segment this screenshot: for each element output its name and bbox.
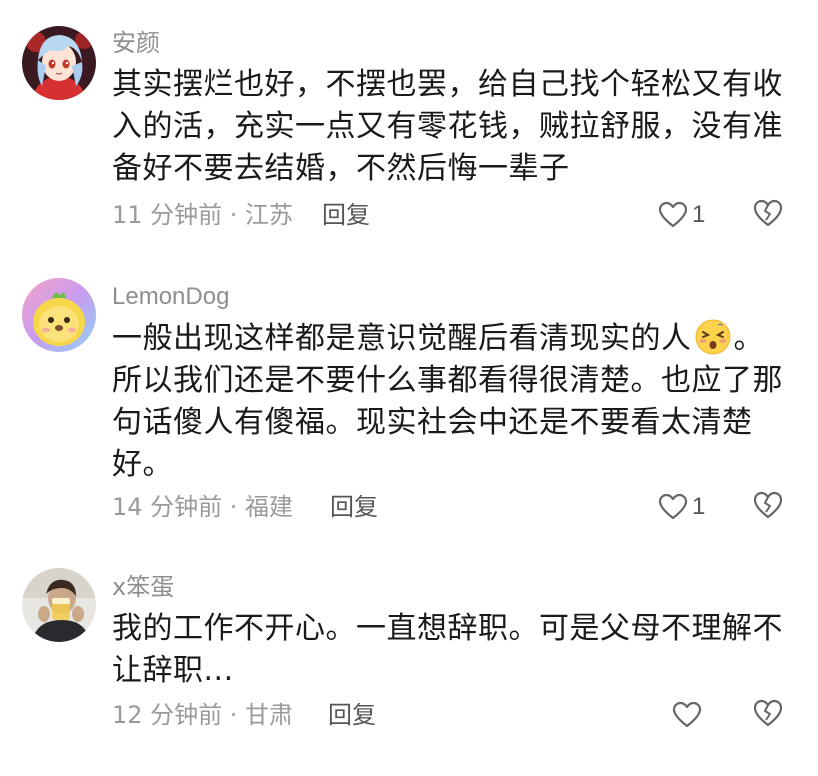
broken-heart-icon (753, 199, 783, 227)
timestamp-location: 12 分钟前 · 甘肃 (112, 701, 294, 729)
comment-text-line: 备好不要去结婚，不然后悔一辈子 (112, 151, 570, 186)
heart-outline-icon (672, 701, 702, 728)
comment-text-segment: 一般出现这样都是意识觉醒后看清现实的人 (112, 321, 692, 356)
like-button[interactable]: 1 (658, 490, 705, 524)
anime-girl-avatar-icon (22, 26, 96, 100)
like-count: 1 (692, 201, 706, 228)
reply-button[interactable]: 回复 (330, 492, 378, 522)
reply-button[interactable]: 回复 (322, 200, 370, 230)
avatar[interactable] (22, 26, 96, 100)
like-button[interactable]: 1 (658, 198, 705, 232)
yellow-dog-avatar-icon (22, 278, 96, 352)
comment-text: 其实摆烂也好，不摆也罢，给自己找个轻松又有收 入的活，充实一点又有零花钱，贼拉舒… (112, 64, 792, 190)
comment-text-line: 其实摆烂也好，不摆也罢，给自己找个轻松又有收 (112, 67, 783, 102)
username[interactable]: 安颜 (112, 28, 160, 58)
comment-item: LemonDog 一般出现这样都是意识觉醒后看清现实的人 。 所以我们还是不要什… (0, 260, 818, 540)
comment-item: x笨蛋 我的工作不开心。一直想辞职。可是父母不理解不 让辞职... 12 分钟前… (0, 550, 818, 776)
dislike-button[interactable] (752, 198, 786, 232)
like-button[interactable] (672, 698, 706, 732)
timestamp-location: 11 分钟前 · 江苏 (112, 201, 294, 229)
comment-text: 我的工作不开心。一直想辞职。可是父母不理解不 让辞职... (112, 608, 792, 692)
comment-text-line: 入的活，充实一点又有零花钱，贼拉舒服，没有准 (112, 109, 783, 144)
person-drinking-avatar-icon (22, 568, 96, 642)
reply-button[interactable]: 回复 (328, 700, 376, 730)
dislike-button[interactable] (752, 698, 786, 732)
comment-item: 安颜 其实摆烂也好，不摆也罢，给自己找个轻松又有收 入的活，充实一点又有零花钱，… (0, 0, 818, 250)
username[interactable]: LemonDog (112, 282, 229, 312)
comment-text-line: 一般出现这样都是意识觉醒后看清现实的人 。 (112, 318, 792, 360)
username[interactable]: x笨蛋 (112, 572, 174, 602)
broken-heart-icon (753, 491, 783, 519)
heart-outline-icon (658, 493, 688, 520)
avatar[interactable] (22, 278, 96, 352)
comment-text-segment: 。 (733, 321, 764, 356)
comment-text-line: 句话傻人有傻福。现实社会中还是不要看太清楚 (112, 405, 753, 440)
comment-text-line: 我的工作不开心。一直想辞职。可是父母不理解不 (112, 611, 783, 646)
comment-text-line: 让辞职... (112, 653, 234, 688)
like-count: 1 (692, 493, 706, 520)
avatar[interactable] (22, 568, 96, 642)
dislike-button[interactable] (752, 490, 786, 524)
comment-text: 一般出现这样都是意识觉醒后看清现实的人 。 所以我们还是不要什么事都看得很清楚。… (112, 318, 792, 486)
comment-text-line: 所以我们还是不要什么事都看得很清楚。也应了那 (112, 363, 783, 398)
broken-heart-icon (753, 699, 783, 727)
timestamp-location: 14 分钟前 · 福建 (112, 493, 294, 521)
comment-text-line: 好。 (112, 447, 173, 482)
dizzy-face-emoji (695, 319, 730, 355)
heart-outline-icon (658, 201, 688, 228)
